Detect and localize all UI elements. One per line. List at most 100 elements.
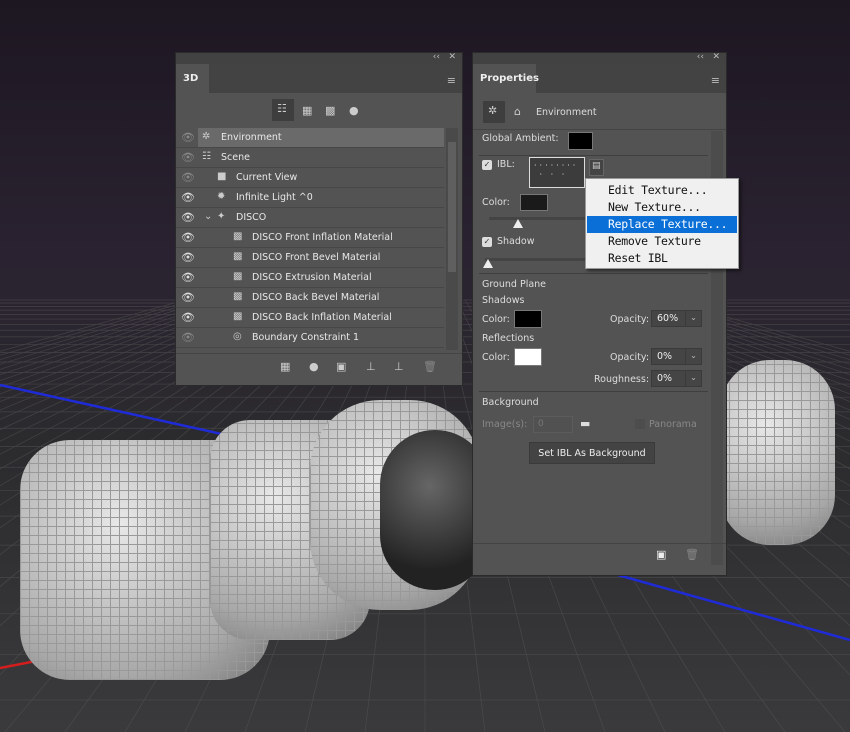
visibility-eye-icon[interactable]: 👁	[181, 331, 195, 344]
tab-properties[interactable]: Properties	[473, 64, 539, 93]
chevron-down-icon[interactable]: ⌄	[685, 311, 701, 326]
section-title: Environment	[536, 107, 597, 118]
shadows-color-swatch[interactable]	[514, 310, 542, 328]
roughness-dropdown[interactable]: 0% ⌄	[651, 370, 702, 387]
close-icon[interactable]: ✕	[712, 52, 720, 62]
lights-icon[interactable]: ●	[349, 104, 359, 117]
constraint-icon: ◎	[233, 331, 242, 342]
render-icon[interactable]: ▣	[656, 548, 666, 561]
visibility-eye-icon[interactable]: 👁	[181, 311, 195, 324]
menu-item-replace-texture[interactable]: Replace Texture...	[587, 216, 737, 233]
visibility-eye-icon[interactable]: 👁	[181, 251, 195, 264]
layer-row[interactable]: 👁 ▩ DISCO Extrusion Material	[176, 268, 444, 288]
ibl-color-swatch[interactable]	[520, 194, 548, 211]
layer-row[interactable]: 👁 ⌄ ✦ DISCO	[176, 208, 444, 228]
layer-row[interactable]: 👁 ☷ Scene	[176, 148, 444, 168]
ibl-texture-menu-button[interactable]: ▤	[589, 159, 604, 176]
chevron-down-icon[interactable]: ⌄	[685, 371, 701, 386]
reflections-opacity-value: 0%	[657, 351, 673, 362]
images-field: 0	[533, 416, 573, 433]
menu-item-reset-ibl[interactable]: Reset IBL	[587, 250, 737, 267]
layer-label: DISCO Back Inflation Material	[252, 312, 392, 323]
layer-row[interactable]: 👁 ▩ DISCO Front Bevel Material	[176, 248, 444, 268]
new-light-icon[interactable]: ●	[309, 360, 319, 373]
layer-list: 👁 ✲ Environment 👁 ☷ Scene 👁 ■ Current View 👁 ✹ Infi…	[176, 128, 444, 350]
drop-to-plane-icon[interactable]: ⊥	[366, 360, 376, 373]
scrollbar[interactable]	[446, 128, 458, 350]
menu-item-edit-texture[interactable]: Edit Texture...	[587, 182, 737, 199]
visibility-eye-icon[interactable]: 👁	[181, 171, 195, 184]
panel-menu-icon[interactable]: ≡	[711, 74, 720, 87]
meshes-icon[interactable]: ▦	[302, 104, 312, 117]
ibl-texture-context-menu: Edit Texture... New Texture... Replace T…	[585, 178, 739, 269]
panel-titlebar[interactable]: ‹‹ ✕	[473, 52, 726, 64]
constraint-icon[interactable]: ⊥	[394, 360, 404, 373]
collapse-icon[interactable]: ‹‹	[433, 52, 440, 62]
close-icon[interactable]: ✕	[448, 52, 456, 62]
menu-item-new-texture[interactable]: New Texture...	[587, 199, 737, 216]
set-ibl-as-background-button[interactable]: Set IBL As Background	[529, 442, 655, 464]
layer-label: Scene	[221, 152, 250, 163]
material-icon: ▩	[233, 271, 243, 282]
shadow-softness-thumb[interactable]	[483, 259, 493, 268]
reflections-heading: Reflections	[482, 333, 535, 344]
visibility-eye-icon[interactable]: 👁	[181, 191, 195, 204]
layer-label: Infinite Light ^0	[236, 192, 313, 203]
ibl-texture-thumbnail[interactable]: ········ · · ·	[529, 157, 585, 188]
trash-icon[interactable]: 🗑	[423, 360, 437, 373]
layer-label: DISCO Front Inflation Material	[252, 232, 393, 243]
visibility-eye-icon[interactable]: 👁	[181, 271, 195, 284]
ibl-intensity-thumb[interactable]	[513, 219, 523, 228]
coordinates-icon[interactable]: ⌂	[514, 105, 521, 118]
shadows-opacity-dropdown[interactable]: 60% ⌄	[651, 310, 702, 327]
material-icon: ▩	[233, 231, 243, 242]
environment-mode-button[interactable]: ✲	[483, 101, 505, 123]
panel-menu-icon[interactable]: ≡	[447, 74, 456, 87]
panel-titlebar[interactable]: ‹‹ ✕	[176, 52, 462, 64]
layer-row[interactable]: 👁 ▩ DISCO Front Inflation Material	[176, 228, 444, 248]
ibl-intensity-slider[interactable]	[489, 217, 589, 220]
materials-icon[interactable]: ▩	[325, 104, 335, 117]
light-icon: ✹	[217, 191, 226, 202]
reflections-opacity-label: Opacity:	[610, 352, 650, 363]
material-icon: ▩	[233, 251, 243, 262]
ibl-checkbox[interactable]: ✓	[482, 160, 492, 170]
ibl-label: IBL:	[497, 159, 515, 170]
reflections-color-swatch[interactable]	[514, 348, 542, 366]
shadow-softness-slider[interactable]	[485, 258, 589, 261]
scene-icon: ☷	[202, 151, 211, 162]
trash-icon[interactable]: 🗑	[685, 548, 699, 561]
chevron-down-icon[interactable]: ⌄	[685, 349, 701, 364]
visibility-eye-icon[interactable]: 👁	[181, 231, 195, 244]
visibility-eye-icon[interactable]: 👁	[181, 211, 195, 224]
layer-label: Boundary Constraint 1	[252, 332, 360, 343]
visibility-eye-icon[interactable]: 👁	[181, 131, 195, 144]
new-mesh-icon[interactable]: ▦	[280, 360, 290, 373]
folder-icon: ▬	[580, 417, 591, 430]
panorama-label: Panorama	[649, 419, 697, 430]
panorama-checkbox	[635, 419, 645, 429]
layer-row[interactable]: 👁 ■ Current View	[176, 168, 444, 188]
render-icon[interactable]: ▣	[336, 360, 346, 373]
visibility-eye-icon[interactable]: 👁	[181, 291, 195, 304]
material-icon: ▩	[233, 291, 243, 302]
layer-label: DISCO Front Bevel Material	[252, 252, 381, 263]
layer-row[interactable]: 👁 ▩ DISCO Back Inflation Material	[176, 308, 444, 328]
shadows-opacity-value: 60%	[657, 313, 679, 324]
chevron-down-icon[interactable]: ⌄	[204, 211, 212, 222]
global-ambient-swatch[interactable]	[568, 132, 593, 150]
whole-scene-filter-button[interactable]: ☷	[272, 99, 294, 121]
menu-item-remove-texture[interactable]: Remove Texture	[587, 233, 737, 250]
layer-row[interactable]: 👁 ✹ Infinite Light ^0	[176, 188, 444, 208]
layer-row[interactable]: 👁 ✲ Environment	[176, 128, 444, 148]
shadow-checkbox[interactable]: ✓	[482, 237, 492, 247]
layer-row[interactable]: 👁 ◎ Boundary Constraint 1	[176, 328, 444, 348]
reflections-color-label: Color:	[482, 352, 510, 363]
reflections-opacity-dropdown[interactable]: 0% ⌄	[651, 348, 702, 365]
layer-row[interactable]: 👁 ▩ DISCO Back Bevel Material	[176, 288, 444, 308]
collapse-icon[interactable]: ‹‹	[697, 52, 704, 62]
visibility-eye-icon[interactable]: 👁	[181, 151, 195, 164]
tab-3d[interactable]: 3D	[176, 64, 209, 93]
images-label: Image(s):	[482, 419, 528, 430]
mesh-icon: ✦	[217, 211, 226, 222]
